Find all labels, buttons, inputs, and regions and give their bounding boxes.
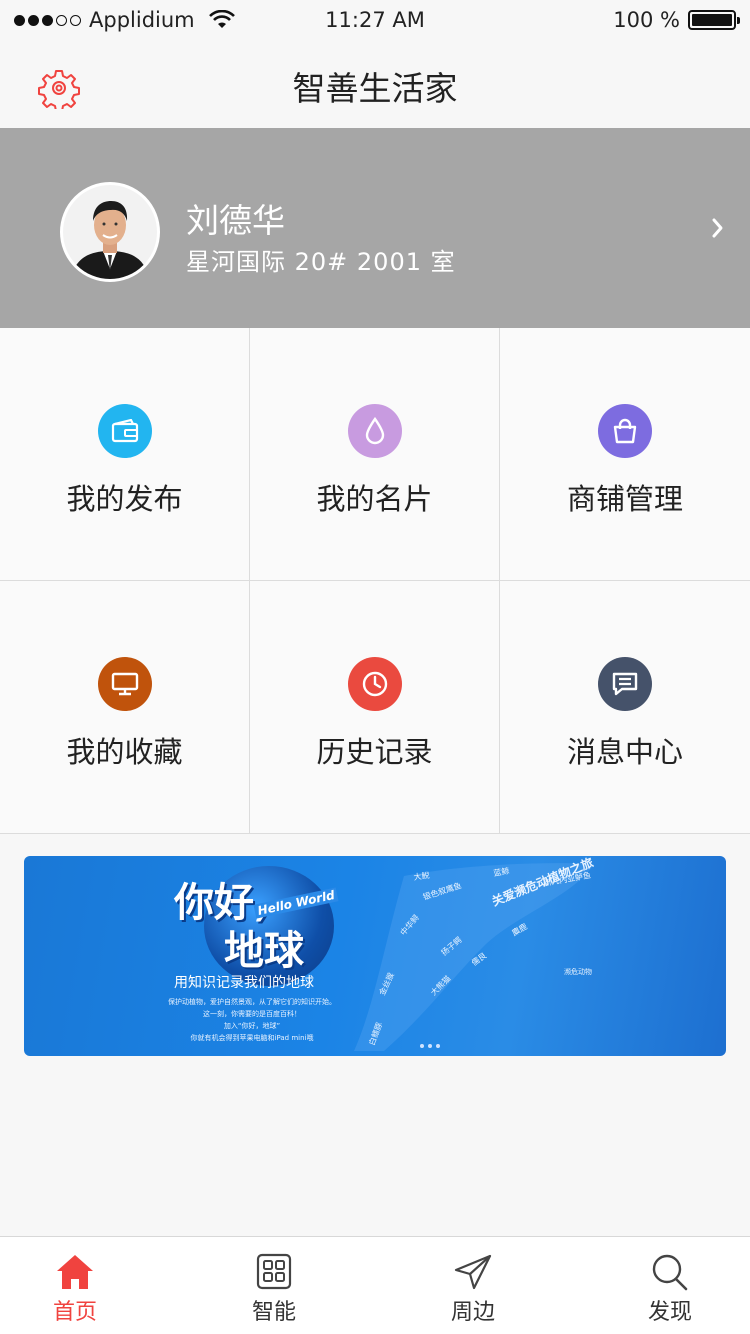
- shopping-bag-icon: [598, 404, 652, 458]
- profile-card[interactable]: 刘德华 星河国际 20# 2001 室: [0, 128, 750, 328]
- banner-headline-2: 地球: [224, 928, 304, 974]
- tab-label: 周边: [450, 1300, 495, 1325]
- menu-label: 我的名片: [316, 482, 433, 516]
- battery-percent: 100 %: [613, 8, 680, 32]
- tab-label: 首页: [52, 1300, 97, 1325]
- chat-icon: [598, 657, 652, 711]
- promo-banner[interactable]: 你好, 地球 Hello World 用知识记录我们的地球 保护动植物，爱护自然…: [24, 856, 726, 1056]
- send-icon: [454, 1254, 492, 1290]
- menu-item-messages[interactable]: 消息中心: [500, 581, 750, 834]
- menu-item-my-card[interactable]: 我的名片: [250, 328, 500, 581]
- clock-icon: [347, 657, 402, 711]
- tab-label: 发现: [647, 1300, 692, 1325]
- menu-label: 商铺管理: [566, 482, 683, 516]
- droplet-icon: [347, 404, 402, 458]
- banner-text-4: 你就有机会得到苹果电脑和iPad mini哦: [190, 1034, 314, 1042]
- menu-item-my-posts[interactable]: 我的发布: [0, 328, 250, 581]
- tab-home[interactable]: 首页: [0, 1237, 150, 1334]
- battery-icon: [688, 10, 740, 30]
- avatar-image: [63, 185, 157, 279]
- banner-subtitle: 用知识记录我们的地球: [174, 975, 314, 991]
- nav-bar: 智善生活家: [0, 42, 750, 128]
- search-icon: [652, 1254, 688, 1291]
- user-address: 星河国际 20# 2001 室: [186, 248, 456, 276]
- menu-label: 我的发布: [66, 482, 183, 516]
- chevron-right-icon[interactable]: [710, 216, 726, 240]
- home-icon: [57, 1255, 93, 1289]
- tab-label: 智能: [251, 1300, 296, 1325]
- grid-icon: [256, 1253, 292, 1290]
- banner-text-3: 加入“你好，地球”: [223, 1022, 281, 1030]
- cloud-word: 濒危动物: [564, 967, 592, 976]
- menu-grid: 我的发布 我的名片 商铺管理 我的收藏 历史记录 消息中心: [0, 328, 750, 834]
- menu-label: 历史记录: [316, 735, 433, 769]
- menu-item-history[interactable]: 历史记录: [250, 581, 500, 834]
- menu-item-shop-management[interactable]: 商铺管理: [500, 328, 750, 581]
- menu-label: 消息中心: [566, 735, 683, 769]
- wallet-icon: [97, 404, 152, 458]
- tab-nearby[interactable]: 周边: [398, 1237, 548, 1334]
- page-title: 智善生活家: [292, 69, 458, 108]
- word-cloud-graphic: 大鲵 蓝鲸 银色叙鹰鱼 关爱濒危动植物之旅 中华鲟 扬子鳄 金丝猴 大熊猫 白鳍…: [354, 856, 595, 1051]
- user-name: 刘德华: [186, 201, 285, 240]
- monitor-icon: [97, 657, 152, 711]
- menu-item-favorites[interactable]: 我的收藏: [0, 581, 250, 834]
- banner-pager[interactable]: [420, 1044, 440, 1048]
- banner-text-1: 保护动植物，爱护自然景观，从了解它们的知识开始。: [168, 998, 336, 1006]
- tab-smart[interactable]: 智能: [199, 1237, 349, 1334]
- tab-bar: 首页 智能 周边 发现: [0, 1236, 750, 1334]
- tab-discover[interactable]: 发现: [595, 1237, 745, 1334]
- status-bar: Applidium 11:27 AM 100 %: [0, 0, 750, 42]
- menu-label: 我的收藏: [66, 735, 183, 769]
- battery-group: 100 %: [613, 8, 740, 32]
- avatar: [60, 182, 160, 282]
- banner-text-2: 这一刻，你需要的是百度百科！: [203, 1010, 301, 1018]
